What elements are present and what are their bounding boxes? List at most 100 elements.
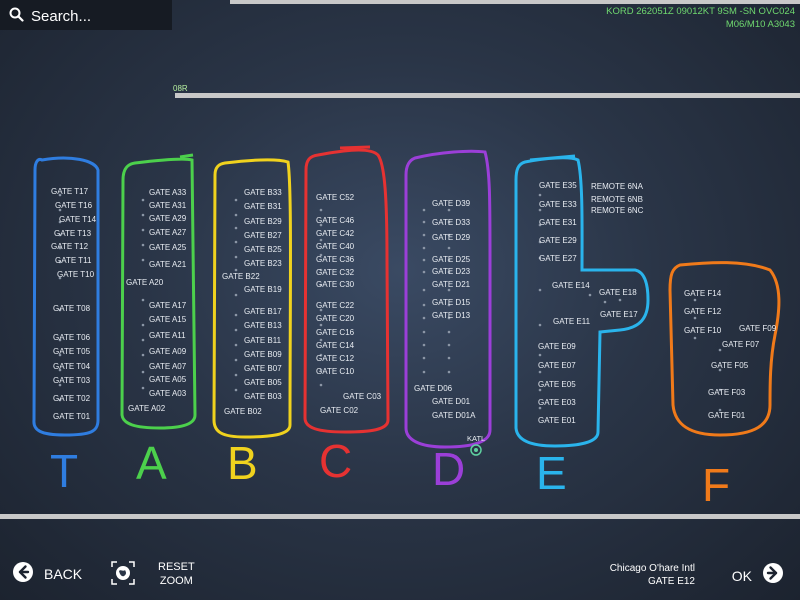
gate-c30[interactable]: GATE C30 [316, 280, 354, 289]
gate-e17[interactable]: GATE E17 [600, 310, 638, 319]
gate-f10[interactable]: GATE F10 [684, 326, 721, 335]
reset-zoom-button[interactable]: RESET ZOOM [110, 558, 200, 594]
gate-f03[interactable]: GATE F03 [708, 388, 745, 397]
gate-a11[interactable]: GATE A11 [149, 331, 186, 340]
gate-t06[interactable]: GATE T06 [53, 333, 90, 342]
gate-t10[interactable]: GATE T10 [57, 270, 94, 279]
ok-button[interactable]: OK [732, 562, 784, 589]
gate-t03[interactable]: GATE T03 [53, 376, 90, 385]
gate-b33[interactable]: GATE B33 [244, 188, 282, 197]
gate-c52[interactable]: GATE C52 [316, 193, 354, 202]
gate-a33[interactable]: GATE A33 [149, 188, 186, 197]
gate-d21[interactable]: GATE D21 [432, 280, 470, 289]
gate-c40[interactable]: GATE C40 [316, 242, 354, 251]
gate-a03[interactable]: GATE A03 [149, 389, 186, 398]
gate-c12[interactable]: GATE C12 [316, 354, 354, 363]
gate-a05[interactable]: GATE A05 [149, 375, 186, 384]
gate-a02[interactable]: GATE A02 [128, 404, 165, 413]
gate-d33[interactable]: GATE D33 [432, 218, 470, 227]
gate-b02[interactable]: GATE B02 [224, 407, 262, 416]
gate-e05[interactable]: GATE E05 [538, 380, 576, 389]
gate-t13[interactable]: GATE T13 [54, 229, 91, 238]
gate-d15[interactable]: GATE D15 [432, 298, 470, 307]
back-button[interactable]: BACK [12, 561, 82, 586]
gate-t05[interactable]: GATE T05 [53, 347, 90, 356]
gate-t01[interactable]: GATE T01 [53, 412, 90, 421]
gate-e27[interactable]: GATE E27 [539, 254, 577, 263]
gate-c10[interactable]: GATE C10 [316, 367, 354, 376]
gate-e18[interactable]: GATE E18 [599, 288, 637, 297]
gate-c22[interactable]: GATE C22 [316, 301, 354, 310]
gate-e14[interactable]: GATE E14 [552, 281, 590, 290]
gate-a31[interactable]: GATE A31 [149, 201, 186, 210]
gate-d13[interactable]: GATE D13 [432, 311, 470, 320]
gate-t12[interactable]: GATE T12 [51, 242, 88, 251]
gate-b17[interactable]: GATE B17 [244, 307, 282, 316]
gate-c42[interactable]: GATE C42 [316, 229, 354, 238]
gate-b05[interactable]: GATE B05 [244, 378, 282, 387]
gate-a27[interactable]: GATE A27 [149, 228, 186, 237]
remote-6nc[interactable]: REMOTE 6NC [591, 206, 643, 215]
gate-d39[interactable]: GATE D39 [432, 199, 470, 208]
gate-d25[interactable]: GATE D25 [432, 255, 470, 264]
gate-t02[interactable]: GATE T02 [53, 394, 90, 403]
gate-t11[interactable]: GATE T11 [55, 256, 91, 265]
gate-d23[interactable]: GATE D23 [432, 267, 470, 276]
gate-a25[interactable]: GATE A25 [149, 243, 186, 252]
gate-f12[interactable]: GATE F12 [684, 307, 721, 316]
gate-f07[interactable]: GATE F07 [722, 340, 759, 349]
gate-e31[interactable]: GATE E31 [539, 218, 577, 227]
gate-a17[interactable]: GATE A17 [149, 301, 186, 310]
gate-f01[interactable]: GATE F01 [708, 411, 745, 420]
gate-b22[interactable]: GATE B22 [222, 272, 260, 281]
gate-t14[interactable]: GATE T14 [59, 215, 96, 224]
gate-b31[interactable]: GATE B31 [244, 202, 282, 211]
gate-a29[interactable]: GATE A29 [149, 214, 186, 223]
gate-c20[interactable]: GATE C20 [316, 314, 354, 323]
gate-e09[interactable]: GATE E09 [538, 342, 576, 351]
gate-c36[interactable]: GATE C36 [316, 255, 354, 264]
gate-e03[interactable]: GATE E03 [538, 398, 576, 407]
gate-a15[interactable]: GATE A15 [149, 315, 186, 324]
gate-e33[interactable]: GATE E33 [539, 200, 577, 209]
gate-c32[interactable]: GATE C32 [316, 268, 354, 277]
gate-b07[interactable]: GATE B07 [244, 364, 282, 373]
gate-a20[interactable]: GATE A20 [126, 278, 163, 287]
remote-6nb[interactable]: REMOTE 6NB [591, 195, 643, 204]
gate-t08[interactable]: GATE T08 [53, 304, 90, 313]
gate-c03[interactable]: GATE C03 [343, 392, 381, 401]
gate-a09[interactable]: GATE A09 [149, 347, 186, 356]
gate-d29[interactable]: GATE D29 [432, 233, 470, 242]
remote-6na[interactable]: REMOTE 6NA [591, 182, 643, 191]
gate-t16[interactable]: GATE T16 [55, 201, 92, 210]
gate-b03[interactable]: GATE B03 [244, 392, 282, 401]
gate-d01[interactable]: GATE D01 [432, 397, 470, 406]
gate-d01a[interactable]: GATE D01A [432, 411, 475, 420]
gate-c14[interactable]: GATE C14 [316, 341, 354, 350]
gate-e01[interactable]: GATE E01 [538, 416, 576, 425]
gate-c46[interactable]: GATE C46 [316, 216, 354, 225]
gate-b25[interactable]: GATE B25 [244, 245, 282, 254]
gate-b29[interactable]: GATE B29 [244, 217, 282, 226]
gate-e35[interactable]: GATE E35 [539, 181, 577, 190]
gate-d06[interactable]: GATE D06 [414, 384, 452, 393]
gate-b13[interactable]: GATE B13 [244, 321, 282, 330]
gate-f09[interactable]: GATE F09 [739, 324, 776, 333]
gate-e11[interactable]: GATE E11 [553, 317, 590, 326]
gate-c02[interactable]: GATE C02 [320, 406, 358, 415]
gate-b23[interactable]: GATE B23 [244, 259, 282, 268]
gate-t04[interactable]: GATE T04 [53, 362, 90, 371]
reset-zoom-label: RESET ZOOM [158, 560, 195, 588]
gate-a07[interactable]: GATE A07 [149, 362, 186, 371]
gate-e29[interactable]: GATE E29 [539, 236, 577, 245]
gate-b27[interactable]: GATE B27 [244, 231, 282, 240]
gate-f05[interactable]: GATE F05 [711, 361, 748, 370]
gate-c16[interactable]: GATE C16 [316, 328, 354, 337]
gate-a21[interactable]: GATE A21 [149, 260, 186, 269]
gate-e07[interactable]: GATE E07 [538, 361, 576, 370]
gate-b11[interactable]: GATE B11 [244, 336, 281, 345]
gate-t17[interactable]: GATE T17 [51, 187, 88, 196]
gate-f14[interactable]: GATE F14 [684, 289, 721, 298]
gate-b09[interactable]: GATE B09 [244, 350, 282, 359]
gate-b19[interactable]: GATE B19 [244, 285, 282, 294]
